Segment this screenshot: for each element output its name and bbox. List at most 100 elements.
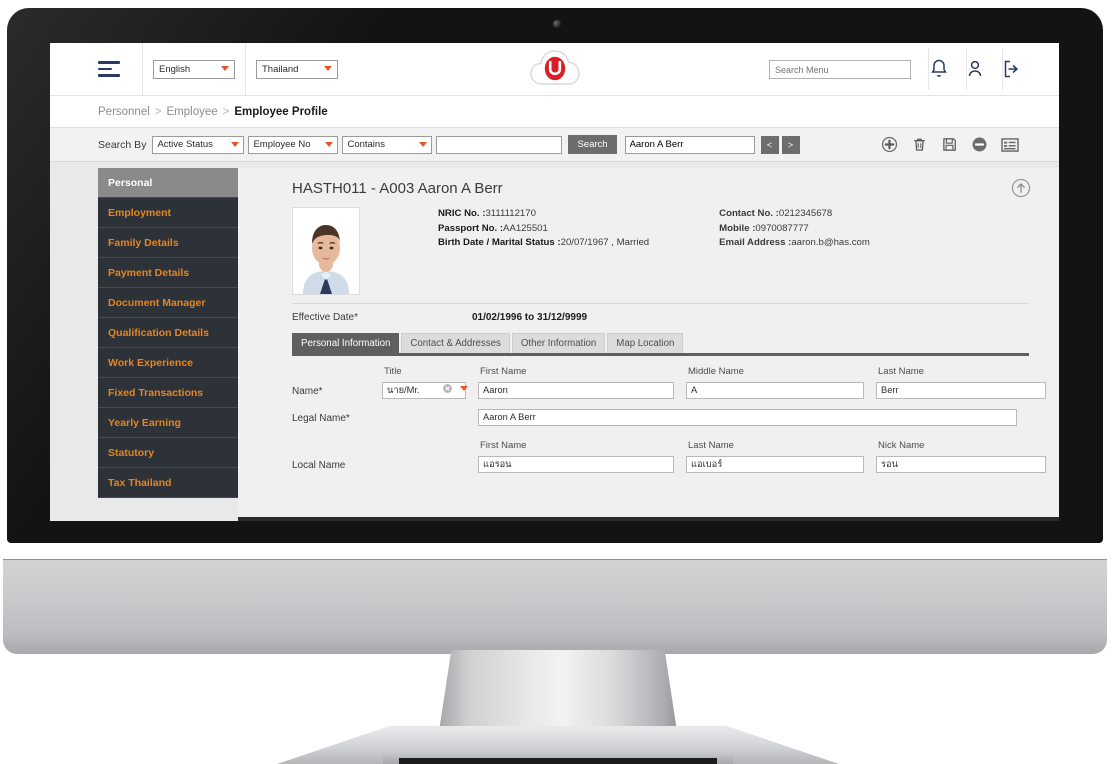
passport-label: Passport No. :: [438, 222, 504, 234]
title-select[interactable]: [382, 380, 478, 403]
status-filter-value[interactable]: Active Status: [152, 135, 245, 154]
monitor-chin: [3, 560, 1107, 654]
language-value[interactable]: English: [153, 59, 235, 79]
sidebar-item-employment[interactable]: Employment: [98, 198, 238, 228]
birthdate-marital-value: 20/07/1967 , Married: [560, 237, 650, 249]
logout-icon[interactable]: [999, 57, 1023, 81]
field-filter-select[interactable]: Employee No: [248, 135, 339, 154]
sidebar-item-family-details[interactable]: Family Details: [98, 228, 238, 258]
next-record-button[interactable]: >: [781, 135, 800, 154]
sidebar-item-payment-details[interactable]: Payment Details: [98, 258, 238, 288]
search-by-label: Search By: [98, 138, 147, 151]
toolbar-action-icons: [881, 136, 1019, 153]
panel-bottom-edge: [238, 517, 1059, 521]
local-name-label: Local Name: [292, 459, 346, 471]
local-first-name-input[interactable]: [478, 455, 674, 473]
sidebar-item-statutory[interactable]: Statutory: [98, 438, 238, 468]
sidebar-item-fixed-transactions[interactable]: Fixed Transactions: [98, 378, 238, 408]
operator-filter-select[interactable]: Contains: [342, 135, 433, 154]
column-header-local-last-name: Last Name: [688, 439, 734, 451]
sidebar-item-document-manager[interactable]: Document Manager: [98, 288, 238, 318]
effective-date-row: Effective Date* 01/02/1996 to 31/12/9999: [238, 304, 1059, 323]
country-value[interactable]: Thailand: [256, 59, 338, 79]
employee-profile-panel: HASTH011 - A003 Aaron A Berr NRIC No.:3…: [238, 168, 1059, 521]
monitor-frame: English Thailand Search Menu Personnel >…: [0, 0, 1115, 764]
sidebar-item-yearly-earning[interactable]: Yearly Earning: [98, 408, 238, 438]
legal-name-input[interactable]: [478, 408, 1017, 426]
bell-icon[interactable]: [927, 57, 951, 81]
name-row: Name*: [292, 380, 1046, 403]
column-header-title: Title: [384, 366, 402, 377]
first-name-input[interactable]: [478, 381, 674, 399]
sidebar-item-qualification-details[interactable]: Qualification Details: [98, 318, 238, 348]
arrow-up-circle-icon[interactable]: [1011, 178, 1031, 198]
column-header-last-name: Last Name: [878, 366, 924, 377]
breadcrumb-separator: >: [154, 105, 162, 118]
divider: [245, 43, 246, 95]
tab-other-information[interactable]: Other Information: [511, 333, 606, 353]
name-label: Name*: [292, 386, 323, 397]
search-button[interactable]: Search: [568, 135, 617, 154]
monitor-stand-shadow: [399, 758, 717, 764]
list-icon[interactable]: [1001, 137, 1019, 153]
mobile-label: Mobile :: [719, 222, 756, 234]
remove-icon[interactable]: [971, 136, 988, 153]
cloud-u-logo: [528, 47, 582, 91]
legal-name-label: Legal Name*: [292, 412, 350, 424]
search-toolbar: Search By Active Status Employee No Cont…: [50, 128, 1059, 162]
breadcrumb-item-employee[interactable]: Employee: [167, 106, 218, 118]
nric-label: NRIC No. :: [438, 208, 486, 219]
legal-name-row: Legal Name*: [292, 407, 1029, 430]
contact-no-label: Contact No. :: [719, 208, 779, 219]
previous-record-button[interactable]: <: [760, 135, 779, 154]
local-last-name-input[interactable]: [686, 455, 864, 473]
email-value: aaron.b@has.com: [791, 237, 870, 249]
employee-details-right: Contact No. :0212345678 Mobile :09700877…: [719, 207, 870, 295]
search-menu-input[interactable]: [769, 60, 911, 79]
breadcrumb-item-personnel[interactable]: Personnel: [98, 106, 150, 118]
local-name-headers-row: First Name Last Name Nick Name: [292, 436, 1029, 454]
local-name-row: Local Name: [292, 454, 1046, 477]
country-selector[interactable]: Thailand: [256, 59, 338, 79]
sidebar-item-tax-thailand[interactable]: Tax Thailand: [98, 468, 238, 498]
tab-map-location[interactable]: Map Location: [607, 333, 684, 353]
field-filter-value[interactable]: Employee No: [248, 135, 339, 154]
employee-details-left: NRIC No. :3111112170 Passport No. :AA125…: [438, 207, 649, 295]
local-nick-name-input[interactable]: [876, 455, 1046, 473]
effective-date-value: 01/02/1996 to 31/12/9999: [471, 312, 588, 323]
column-header-nick-name: Nick Name: [878, 439, 925, 451]
screen-content: English Thailand Search Menu Personnel >…: [50, 43, 1059, 521]
status-filter-select[interactable]: Active Status: [152, 135, 245, 154]
column-header-local-first-name: First Name: [480, 439, 527, 451]
breadcrumb-separator: >: [222, 105, 230, 118]
employee-name-input[interactable]: [624, 135, 755, 154]
tab-personal-information[interactable]: Personal Information: [292, 333, 400, 353]
title-input[interactable]: [382, 382, 466, 399]
birthdate-marital-label: Birth Date / Marital Status :: [438, 237, 561, 249]
save-icon[interactable]: [941, 136, 958, 153]
name-headers-row: Title First Name Middle Name Last Name: [292, 362, 1029, 380]
email-label: Email Address :: [719, 237, 792, 249]
add-icon[interactable]: [881, 136, 898, 153]
effective-date-label: Effective Date*: [292, 312, 358, 323]
profile-summary: NRIC No. :3111112170 Passport No. :AA125…: [238, 197, 1059, 295]
column-header-middle-name: Middle Name: [688, 366, 744, 377]
passport-value: AA125501: [503, 222, 548, 234]
operator-filter-value[interactable]: Contains: [342, 135, 433, 154]
page-body: Personal Employment Family Details Payme…: [50, 162, 1059, 521]
user-icon[interactable]: [963, 57, 987, 81]
last-name-input[interactable]: [876, 381, 1046, 399]
tab-contact-addresses[interactable]: Contact & Addresses: [401, 333, 510, 353]
breadcrumb: Personnel > Employee > Employee Profile: [50, 96, 1059, 128]
employee-photo: [292, 207, 360, 295]
middle-name-input[interactable]: [686, 381, 864, 399]
language-selector[interactable]: English: [153, 59, 235, 79]
clear-icon[interactable]: [443, 384, 452, 393]
sidebar-item-personal[interactable]: Personal: [98, 168, 238, 198]
search-keyword-input[interactable]: [436, 135, 563, 154]
hamburger-menu-icon[interactable]: [98, 61, 120, 77]
delete-icon[interactable]: [911, 136, 928, 153]
webcam-icon: [553, 20, 561, 28]
nric-value: 3111112170: [485, 208, 536, 219]
sidebar-item-work-experience[interactable]: Work Experience: [98, 348, 238, 378]
